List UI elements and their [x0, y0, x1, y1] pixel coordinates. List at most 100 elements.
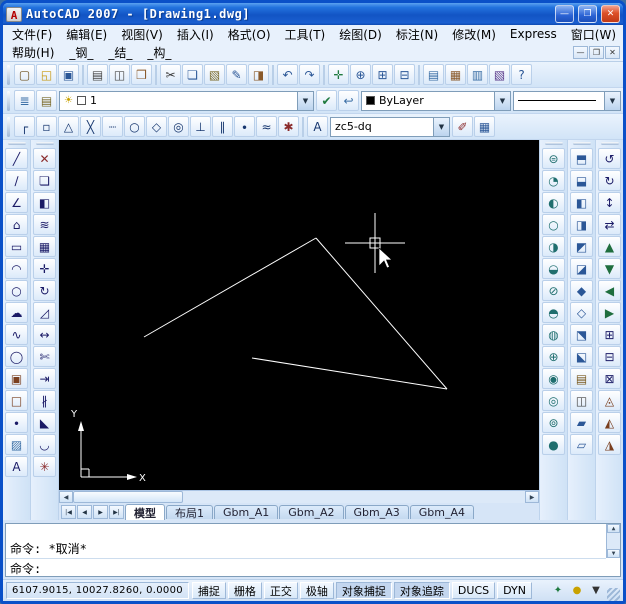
extend-icon[interactable]: ⇥: [33, 368, 56, 389]
grid-plus-icon[interactable]: ⊞: [598, 324, 621, 345]
scrollbar-thumb[interactable]: [73, 491, 183, 503]
toggle-ducs[interactable]: DUCS: [451, 582, 496, 599]
toggle-osnap[interactable]: 对象捕捉: [335, 582, 392, 599]
arc-icon[interactable]: ◠: [5, 258, 28, 279]
osnap-settings-icon[interactable]: ✱: [278, 116, 299, 137]
tray-menu-arrow-icon[interactable]: ▼: [588, 583, 604, 599]
half-circle-top-icon[interactable]: ◓: [542, 302, 565, 323]
menu-gou[interactable]: _构_: [140, 43, 178, 62]
undo-icon[interactable]: ↶: [277, 64, 298, 85]
half-circle-left-icon[interactable]: ◐: [542, 192, 565, 213]
toggle-grid[interactable]: 栅格: [227, 582, 262, 599]
layer-previous-icon[interactable]: ↩: [338, 90, 359, 111]
pan-updown-icon[interactable]: ↕: [598, 192, 621, 213]
command-input-line[interactable]: 命令:: [6, 559, 620, 576]
scroll-right-button[interactable]: ▶: [525, 491, 539, 503]
menu-help[interactable]: 帮助(H): [5, 43, 61, 62]
view-front-icon[interactable]: ◩: [570, 236, 593, 257]
sheet-set-manager-icon[interactable]: ▧: [489, 64, 510, 85]
make-object-layer-current-icon[interactable]: ✔: [316, 90, 337, 111]
tab-last-button[interactable]: ▶|: [109, 505, 124, 519]
quarter-circle-icon[interactable]: ◔: [542, 170, 565, 191]
rectangle-icon[interactable]: ▭: [5, 236, 28, 257]
shaded-cube-icon[interactable]: ▰: [570, 412, 593, 433]
move-icon[interactable]: ✛: [33, 258, 56, 279]
orbit-icon[interactable]: ↺: [598, 148, 621, 169]
erase-icon[interactable]: ✕: [33, 148, 56, 169]
scrollbar-track[interactable]: [183, 491, 525, 503]
point-icon[interactable]: ∙: [5, 412, 28, 433]
toggle-polar[interactable]: 极轴: [299, 582, 334, 599]
command-history[interactable]: 命令: *取消*: [6, 524, 606, 559]
help-icon[interactable]: ?: [511, 64, 532, 85]
toolbar-grip[interactable]: [7, 116, 10, 137]
toolbar-grip[interactable]: [7, 90, 10, 111]
menu-insert[interactable]: 插入(I): [170, 25, 221, 44]
paste-icon[interactable]: ▧: [204, 64, 225, 85]
snap-midpoint-icon[interactable]: △: [58, 116, 79, 137]
menu-jie[interactable]: _结_: [101, 43, 139, 62]
double-ring-icon[interactable]: ⊚: [542, 412, 565, 433]
slashed-circle-icon[interactable]: ⊘: [542, 280, 565, 301]
snap-from-icon[interactable]: ┌: [14, 116, 35, 137]
menu-window[interactable]: 窗口(W): [564, 25, 623, 44]
color-dropdown[interactable]: ByLayer ▼: [361, 90, 511, 111]
restore-button[interactable]: ❐: [578, 5, 597, 23]
new-file-icon[interactable]: ▢: [14, 64, 35, 85]
toolbar-grip[interactable]: [7, 64, 10, 85]
triangle-right-icon[interactable]: ▶: [598, 302, 621, 323]
named-views-icon[interactable]: ▤: [570, 368, 593, 389]
scroll-left-button[interactable]: ◀: [59, 491, 73, 503]
command-window[interactable]: 命令: *取消* 命令: ▲ ▼: [5, 523, 621, 577]
bullseye-icon[interactable]: ◉: [542, 368, 565, 389]
snap-extension-icon[interactable]: ┈: [102, 116, 123, 137]
menu-format[interactable]: 格式(O): [221, 25, 278, 44]
cut-icon[interactable]: ✂: [160, 64, 181, 85]
resize-grip[interactable]: [607, 588, 620, 601]
chevron-down-icon[interactable]: ▼: [494, 91, 510, 110]
tab-first-button[interactable]: |◀: [61, 505, 76, 519]
rotate-icon[interactable]: ↻: [33, 280, 56, 301]
shaded-circle-icon[interactable]: ◍: [542, 324, 565, 345]
tab-gbm-a4[interactable]: Gbm_A4: [409, 505, 474, 519]
mdi-close-button[interactable]: ✕: [605, 45, 620, 59]
stretch-icon[interactable]: ↔: [33, 324, 56, 345]
command-scrollbar[interactable]: ▲ ▼: [606, 524, 620, 558]
mtext-icon[interactable]: A: [5, 456, 28, 477]
ellipse-icon[interactable]: ◯: [5, 346, 28, 367]
filled-circle-icon[interactable]: ●: [542, 434, 565, 455]
pan-icon[interactable]: ✛: [328, 64, 349, 85]
zoom-window-icon[interactable]: ⊞: [372, 64, 393, 85]
toolbar-grip[interactable]: [7, 142, 26, 145]
drawing-canvas[interactable]: YX: [59, 140, 539, 490]
snap-perpendicular-icon[interactable]: ⊥: [190, 116, 211, 137]
chevron-down-icon[interactable]: ▼: [604, 91, 620, 110]
plot-icon[interactable]: ▤: [87, 64, 108, 85]
layer-properties-manager-icon[interactable]: ≣: [14, 90, 35, 111]
free-orbit-icon[interactable]: ↻: [598, 170, 621, 191]
drawing-surface[interactable]: YX: [59, 140, 539, 490]
swap-arrows-icon[interactable]: ⇄: [598, 214, 621, 235]
trim-icon[interactable]: ✄: [33, 346, 56, 367]
mirror-icon[interactable]: ◧: [33, 192, 56, 213]
snap-quadrant-icon[interactable]: ◇: [146, 116, 167, 137]
circle-icon[interactable]: ○: [5, 280, 28, 301]
menu-edit[interactable]: 编辑(E): [59, 25, 114, 44]
wedge-icon[interactable]: ◮: [598, 434, 621, 455]
chevron-down-icon[interactable]: ▼: [433, 117, 449, 136]
zoom-previous-icon[interactable]: ⊟: [394, 64, 415, 85]
menu-gang[interactable]: _钢_: [62, 43, 100, 62]
menu-modify[interactable]: 修改(M): [445, 25, 503, 44]
scale-icon[interactable]: ◿: [33, 302, 56, 323]
layer-dropdown[interactable]: ☀ 1 ▼: [59, 90, 314, 111]
toolbar-grip[interactable]: [572, 142, 591, 145]
break-icon[interactable]: ∦: [33, 390, 56, 411]
toolbar-lock-icon[interactable]: ●: [569, 583, 585, 599]
copy-icon[interactable]: ❏: [182, 64, 203, 85]
tool-palettes-icon[interactable]: ▥: [467, 64, 488, 85]
toggle-ortho[interactable]: 正交: [263, 582, 298, 599]
triangle-left-icon[interactable]: ◀: [598, 280, 621, 301]
titlebar[interactable]: A AutoCAD 2007 - [Drawing1.dwg] — ❐ ✕: [3, 3, 623, 25]
open-file-icon[interactable]: ◱: [36, 64, 57, 85]
spline-icon[interactable]: ∿: [5, 324, 28, 345]
